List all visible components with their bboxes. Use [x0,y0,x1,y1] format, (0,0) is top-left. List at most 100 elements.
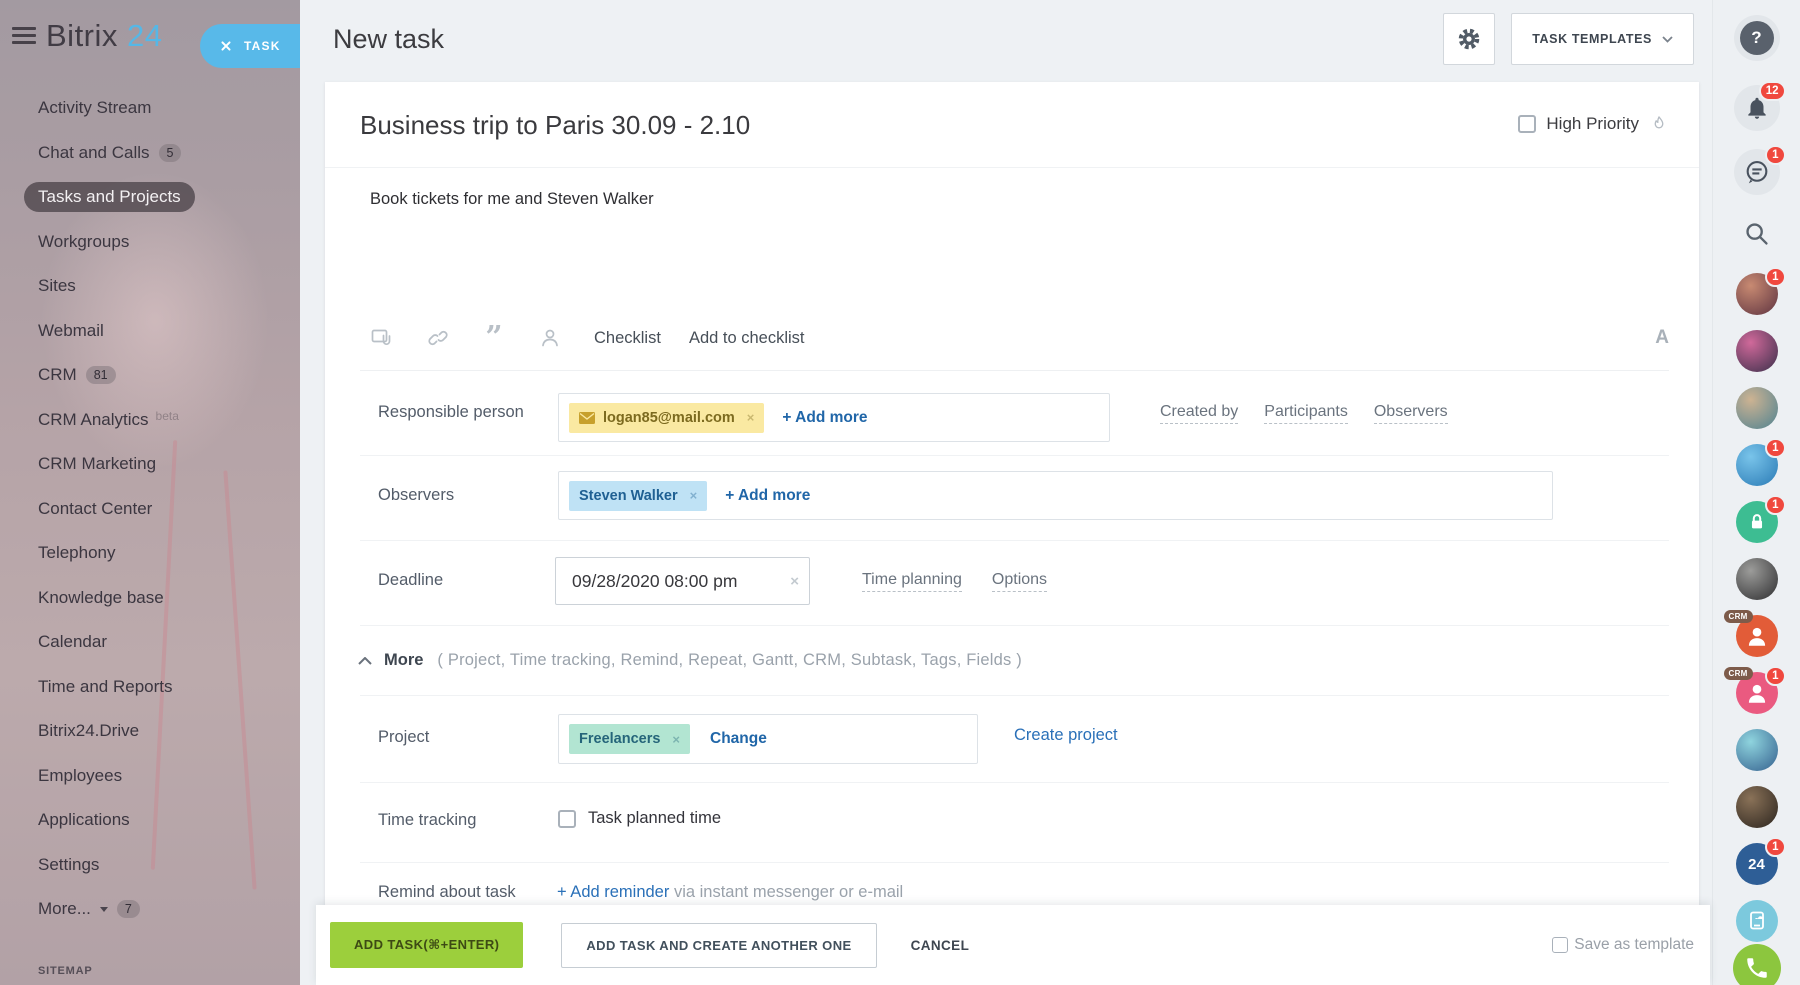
sidebar-item-label: CRM Analytics [38,410,149,430]
sidebar-item-activity-stream[interactable]: Activity Stream [0,86,300,131]
help-icon[interactable]: ? [1734,15,1780,61]
notifications-bell-icon[interactable]: 12 [1734,85,1780,131]
app-logo[interactable]: Bitrix 24 [46,18,163,54]
sidebar-item-tasks-and-projects[interactable]: Tasks and Projects [0,175,300,220]
observers-link[interactable]: Observers [1374,403,1448,424]
sidebar-item-contact-center[interactable]: Contact Center [0,487,300,532]
observers-field[interactable]: Steven Walker × + Add more [558,471,1553,520]
sidebar-item-label: Settings [38,855,99,875]
remind-label: Remind about task [378,883,516,902]
sidebar-item-crm[interactable]: CRM81 [0,353,300,398]
time-tracking-label: Time tracking [378,811,476,830]
main-content: New task TASK TEMPLATES Business trip to… [300,0,1712,985]
counter-badge: 7 [117,900,140,918]
observer-tag[interactable]: Steven Walker × [569,481,707,511]
user-avatar-1[interactable]: 1 [1734,271,1780,317]
sitemap-link[interactable]: SITEMAP [38,965,93,977]
sidebar-item-bitrix24-drive[interactable]: Bitrix24.Drive [0,709,300,754]
options-link[interactable]: Options [992,571,1047,592]
close-icon[interactable] [220,40,232,52]
topbar: New task TASK TEMPLATES [300,0,1712,78]
remove-tag-icon[interactable]: × [747,410,755,425]
settings-gear-button[interactable] [1443,13,1495,65]
mention-person-icon[interactable] [538,326,562,350]
task-title-input[interactable]: Business trip to Paris 30.09 - 2.10 [360,110,750,141]
add-more-observers-button[interactable]: + Add more [725,487,810,505]
sidebar-item-label: Employees [38,766,122,786]
sidebar-item-chat-and-calls[interactable]: Chat and Calls5 [0,131,300,176]
task-description-input[interactable]: Book tickets for me and Steven Walker [370,190,654,209]
add-reminder-link[interactable]: + Add reminder [557,883,669,901]
add-task-and-create-another-button[interactable]: ADD TASK AND CREATE ANOTHER ONE [561,923,876,968]
deadline-value[interactable]: 09/28/2020 08:00 pm [572,571,737,592]
add-task-button[interactable]: ADD TASK(⌘+ENTER) [330,922,523,968]
support-chat-icon[interactable]: 1 [1734,149,1780,195]
responsible-person-tag[interactable]: logan85@mail.com × [569,403,764,433]
save-as-template[interactable]: Save as template [1552,936,1694,954]
gear-icon [1456,26,1482,52]
change-project-button[interactable]: Change [710,730,767,748]
sidebar-item-crm-marketing[interactable]: CRM Marketing [0,442,300,487]
clear-deadline-icon[interactable]: × [790,573,799,590]
bitrix24-network-icon[interactable]: 241 [1734,841,1780,887]
mobile-app-icon[interactable] [1734,898,1780,944]
reminder-suffix: via instant messenger or e-mail [669,883,903,901]
remove-tag-icon[interactable]: × [690,488,698,503]
sidebar-item-settings[interactable]: Settings [0,843,300,888]
created-by-link[interactable]: Created by [1160,403,1238,424]
sidebar-item-employees[interactable]: Employees [0,754,300,799]
add-to-checklist-button[interactable]: Add to checklist [689,329,805,348]
user-avatar-6[interactable] [1734,727,1780,773]
sidebar-item-knowledge-base[interactable]: Knowledge base [0,576,300,621]
search-icon[interactable] [1734,211,1780,257]
high-priority-checkbox[interactable] [1518,115,1536,133]
crm-contact-avatar-2[interactable]: CRM1 [1734,670,1780,716]
remove-tag-icon[interactable]: × [672,732,680,747]
attach-file-icon[interactable] [370,326,394,350]
sidebar-item-telephony[interactable]: Telephony [0,531,300,576]
notification-count-badge: 1 [1765,145,1785,165]
sidebar-item-applications[interactable]: Applications [0,798,300,843]
responsible-person-label: Responsible person [378,403,524,422]
counter-badge: 5 [159,144,182,162]
checklist-button[interactable]: Checklist [594,329,661,348]
quote-icon[interactable]: ” [482,326,506,350]
responsible-person-field[interactable]: logan85@mail.com × + Add more [558,393,1110,442]
deadline-row: Deadline 09/28/2020 08:00 pm × Time plan… [360,540,1669,625]
sidebar-item-webmail[interactable]: Webmail [0,309,300,354]
remind-row: Remind about task + Add reminder via ins… [360,862,1669,905]
user-avatar-4[interactable]: 1 [1734,442,1780,488]
user-avatar-2[interactable] [1734,328,1780,374]
deadline-input[interactable]: 09/28/2020 08:00 pm × [555,557,810,605]
flame-icon [1649,113,1669,135]
task-tab[interactable]: TASK [200,24,300,68]
sidebar-item-more[interactable]: More...7 [0,887,300,932]
sidebar-item-sites[interactable]: Sites [0,264,300,309]
cancel-button[interactable]: CANCEL [911,938,970,953]
font-size-icon[interactable]: A [1655,327,1669,349]
save-as-template-checkbox[interactable] [1552,937,1568,953]
sidebar-item-calendar[interactable]: Calendar [0,620,300,665]
task-templates-button[interactable]: TASK TEMPLATES [1511,13,1694,65]
user-avatar-3[interactable] [1734,385,1780,431]
sidebar-item-label: Tasks and Projects [38,187,181,207]
user-avatar-5[interactable] [1734,556,1780,602]
task-planned-time-checkbox[interactable] [558,810,576,828]
link-icon[interactable] [426,326,450,350]
deadline-label: Deadline [378,571,443,590]
hamburger-menu-icon[interactable] [12,27,36,45]
time-planning-link[interactable]: Time planning [862,571,962,592]
sidebar-item-workgroups[interactable]: Workgroups [0,220,300,265]
call-phone-icon[interactable] [1733,944,1781,985]
sidebar-item-time-and-reports[interactable]: Time and Reports [0,665,300,710]
user-avatar-7[interactable] [1734,784,1780,830]
more-section-toggle[interactable]: More ( Project, Time tracking, Remind, R… [360,625,1669,695]
project-field[interactable]: Freelancers × Change [558,714,978,764]
extranet-lock-icon[interactable]: 1 [1734,499,1780,545]
sidebar-item-crm-analytics[interactable]: CRM Analyticsbeta [0,398,300,443]
add-more-responsible-button[interactable]: + Add more [782,409,867,427]
crm-contact-avatar-1[interactable]: CRM [1734,613,1780,659]
participants-link[interactable]: Participants [1264,403,1348,424]
create-project-link[interactable]: Create project [1014,726,1118,745]
project-tag[interactable]: Freelancers × [569,724,690,754]
